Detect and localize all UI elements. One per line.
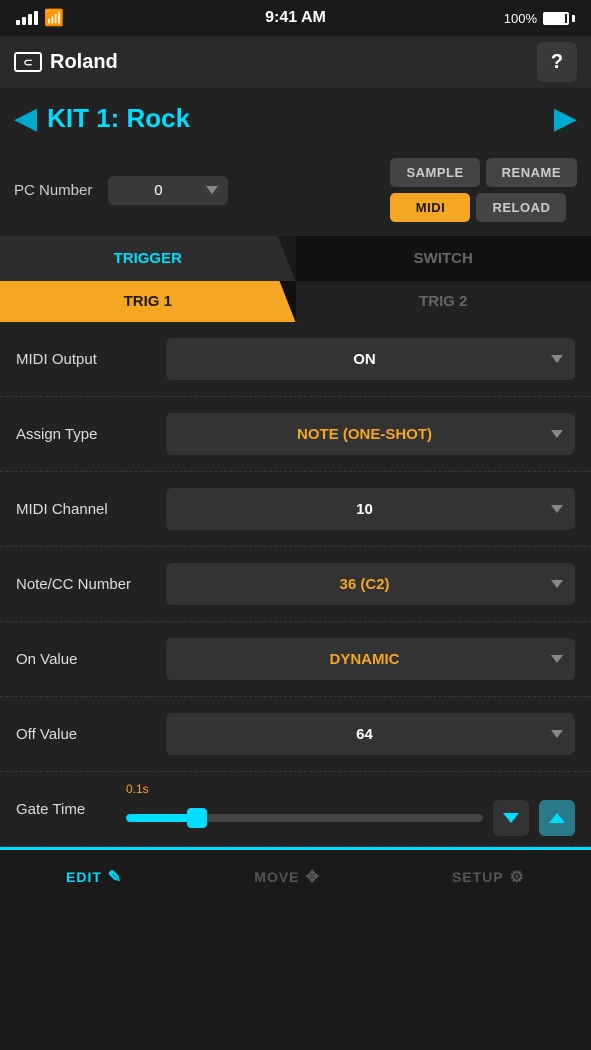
- kit-next-button[interactable]: ▶: [554, 101, 577, 136]
- off-value-value: 64: [178, 726, 551, 743]
- midi-channel-value: 10: [178, 501, 551, 518]
- on-value-arrow-icon: [551, 655, 563, 663]
- midi-channel-dropdown[interactable]: 10: [166, 488, 575, 530]
- gate-time-controls: 0.1s: [126, 782, 575, 836]
- midi-button[interactable]: MIDI: [390, 193, 470, 222]
- on-value-value: DYNAMIC: [178, 651, 551, 668]
- pc-number-dropdown[interactable]: 0: [108, 176, 228, 205]
- signal-icon: [16, 11, 38, 25]
- off-value-dropdown[interactable]: 64: [166, 713, 575, 755]
- edit-label: EDIT: [66, 869, 102, 885]
- logo-text: Roland: [50, 51, 118, 74]
- note-cc-row: Note/CC Number 36 (C2): [0, 547, 591, 622]
- gate-time-value: 0.1s: [126, 782, 575, 796]
- move-icon: ✥: [306, 867, 320, 887]
- signal-area: 📶: [16, 8, 64, 28]
- midi-output-dropdown[interactable]: ON: [166, 338, 575, 380]
- nav-edit[interactable]: EDIT ✎: [66, 867, 122, 887]
- battery-icon: [543, 12, 575, 25]
- reload-button[interactable]: RELOAD: [476, 193, 566, 222]
- kit-prev-button[interactable]: ◀: [14, 101, 37, 136]
- pc-label: PC Number: [14, 182, 92, 199]
- gate-time-slider-row: [126, 800, 575, 836]
- roland-logo: ⊂ Roland: [14, 51, 118, 74]
- on-value-label: On Value: [16, 651, 156, 668]
- settings-container: MIDI Output ON Assign Type NOTE (ONE-SHO…: [0, 322, 591, 847]
- battery-pct: 100%: [504, 11, 537, 26]
- assign-type-row: Assign Type NOTE (ONE-SHOT): [0, 397, 591, 472]
- trig-tabs: TRIG 1 TRIG 2: [0, 281, 591, 322]
- note-cc-arrow-icon: [551, 580, 563, 588]
- kit-nav: ◀ KIT 1: Rock ▶: [0, 88, 591, 148]
- app-header: ⊂ Roland ?: [0, 36, 591, 88]
- arrow-up-icon: [549, 813, 565, 823]
- off-value-arrow-icon: [551, 730, 563, 738]
- setup-icon: ⚙: [510, 867, 525, 887]
- trig1-tab[interactable]: TRIG 1: [0, 281, 296, 322]
- tab-switch[interactable]: SWITCH: [296, 236, 591, 281]
- status-time: 9:41 AM: [265, 9, 326, 27]
- controls-row: PC Number 0 SAMPLE RENAME MIDI RELOAD: [0, 148, 591, 236]
- main-tabs: TRIGGER SWITCH: [0, 236, 591, 281]
- midi-channel-label: MIDI Channel: [16, 501, 156, 518]
- arrow-down-icon: [503, 813, 519, 823]
- wifi-icon: 📶: [44, 8, 64, 28]
- logo-icon: ⊂: [14, 52, 42, 72]
- midi-channel-arrow-icon: [551, 505, 563, 513]
- pc-dropdown-arrow-icon: [206, 186, 218, 194]
- move-label: MOVE: [254, 869, 299, 885]
- action-buttons: SAMPLE RENAME MIDI RELOAD: [390, 158, 577, 222]
- assign-type-label: Assign Type: [16, 426, 156, 443]
- pc-value: 0: [118, 182, 198, 199]
- assign-type-value: NOTE (ONE-SHOT): [178, 426, 551, 443]
- midi-output-label: MIDI Output: [16, 351, 156, 368]
- nav-move[interactable]: MOVE ✥: [254, 867, 320, 887]
- rename-button[interactable]: RENAME: [486, 158, 577, 187]
- gate-time-slider[interactable]: [126, 814, 483, 822]
- note-cc-dropdown[interactable]: 36 (C2): [166, 563, 575, 605]
- on-value-row: On Value DYNAMIC: [0, 622, 591, 697]
- help-button[interactable]: ?: [537, 42, 577, 82]
- off-value-row: Off Value 64: [0, 697, 591, 772]
- tab-trigger[interactable]: TRIGGER: [0, 236, 296, 281]
- battery-area: 100%: [504, 11, 575, 26]
- off-value-label: Off Value: [16, 726, 156, 743]
- slider-thumb[interactable]: [187, 808, 207, 828]
- gate-time-decrement-button[interactable]: [493, 800, 529, 836]
- assign-type-dropdown[interactable]: NOTE (ONE-SHOT): [166, 413, 575, 455]
- midi-output-arrow-icon: [551, 355, 563, 363]
- trig2-tab[interactable]: TRIG 2: [296, 281, 591, 322]
- nav-setup[interactable]: SETUP ⚙: [452, 867, 525, 887]
- gate-time-label: Gate Time: [16, 801, 116, 818]
- edit-icon: ✎: [108, 867, 122, 887]
- bottom-nav: EDIT ✎ MOVE ✥ SETUP ⚙: [0, 850, 591, 910]
- sample-button[interactable]: SAMPLE: [390, 158, 479, 187]
- note-cc-label: Note/CC Number: [16, 576, 156, 593]
- setup-label: SETUP: [452, 869, 504, 885]
- assign-type-arrow-icon: [551, 430, 563, 438]
- gate-time-row: Gate Time 0.1s: [0, 772, 591, 847]
- gate-time-increment-button[interactable]: [539, 800, 575, 836]
- midi-output-value: ON: [178, 351, 551, 368]
- status-bar: 📶 9:41 AM 100%: [0, 0, 591, 36]
- midi-output-row: MIDI Output ON: [0, 322, 591, 397]
- on-value-dropdown[interactable]: DYNAMIC: [166, 638, 575, 680]
- kit-title: KIT 1: Rock: [47, 103, 190, 134]
- note-cc-value: 36 (C2): [178, 576, 551, 593]
- midi-channel-row: MIDI Channel 10: [0, 472, 591, 547]
